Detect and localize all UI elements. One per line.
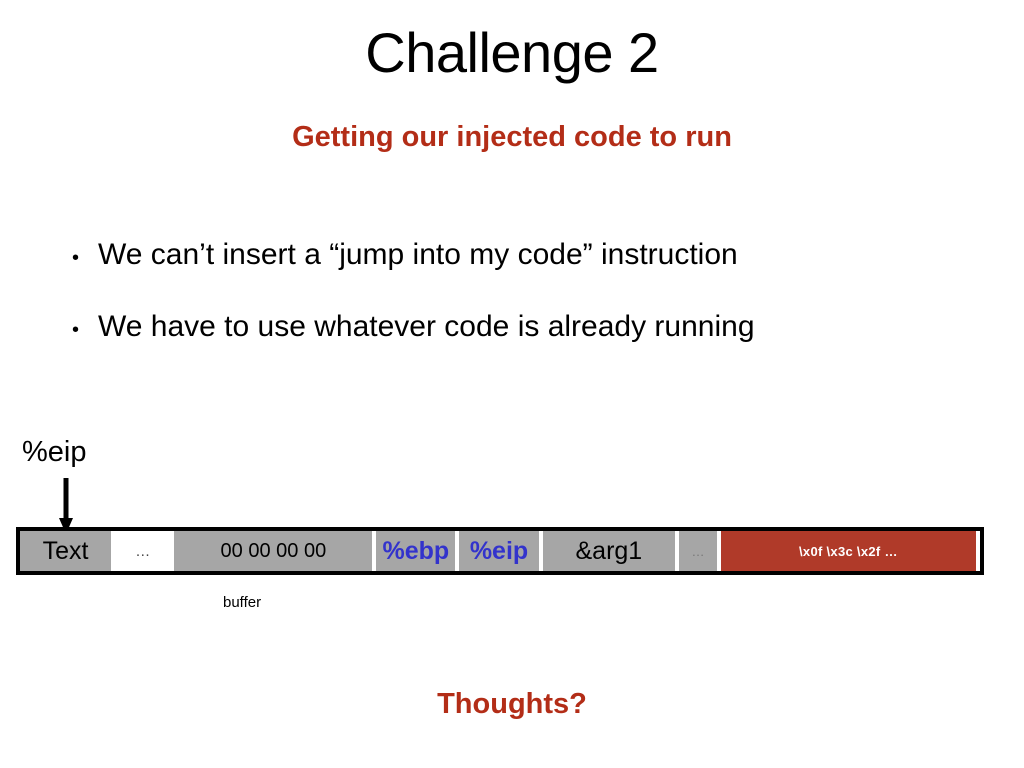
- list-item: • We have to use whatever code is alread…: [72, 310, 952, 344]
- bullet-list: • We can’t insert a “jump into my code” …: [72, 238, 952, 382]
- eip-pointer-label: %eip: [22, 436, 87, 468]
- memory-cell-label: 00 00 00 00: [220, 539, 327, 562]
- page-subtitle: Getting our injected code to run: [292, 121, 732, 153]
- memory-cell-label: %ebp: [382, 536, 450, 565]
- memory-cell-label: \x0f \x3c \x2f …: [799, 543, 898, 559]
- bullet-marker-icon: •: [72, 247, 80, 269]
- list-item: • We can’t insert a “jump into my code” …: [72, 238, 952, 272]
- memory-cell-arg1: &arg1: [542, 531, 676, 571]
- memory-cell-gap-right: …: [679, 531, 717, 571]
- bullet-text: We have to use whatever code is already …: [98, 310, 755, 343]
- memory-cell-gap-left: …: [115, 531, 171, 571]
- memory-cell-label: Text: [42, 536, 89, 565]
- memory-cell-zeros: 00 00 00 00: [174, 531, 373, 571]
- memory-cell-shellcode: \x0f \x3c \x2f …: [720, 531, 976, 571]
- down-arrow-icon: [59, 478, 73, 534]
- footer-question: Thoughts?: [437, 688, 587, 720]
- memory-cell-ebp: %ebp: [376, 531, 456, 571]
- memory-layout-diagram: Text … 00 00 00 00 %ebp %eip &arg1 … \x0…: [16, 527, 984, 575]
- memory-cell-label: &arg1: [575, 536, 643, 565]
- memory-cell-label: %eip: [469, 536, 529, 565]
- bullet-marker-icon: •: [72, 319, 80, 341]
- memory-cell-text: Text: [20, 531, 112, 571]
- page-title: Challenge 2: [365, 21, 659, 84]
- memory-cell-eip: %eip: [459, 531, 539, 571]
- buffer-caption: buffer: [223, 594, 262, 611]
- memory-cell-label: …: [691, 543, 705, 559]
- bullet-text: We can’t insert a “jump into my code” in…: [98, 238, 738, 271]
- memory-cell-label: …: [135, 542, 151, 560]
